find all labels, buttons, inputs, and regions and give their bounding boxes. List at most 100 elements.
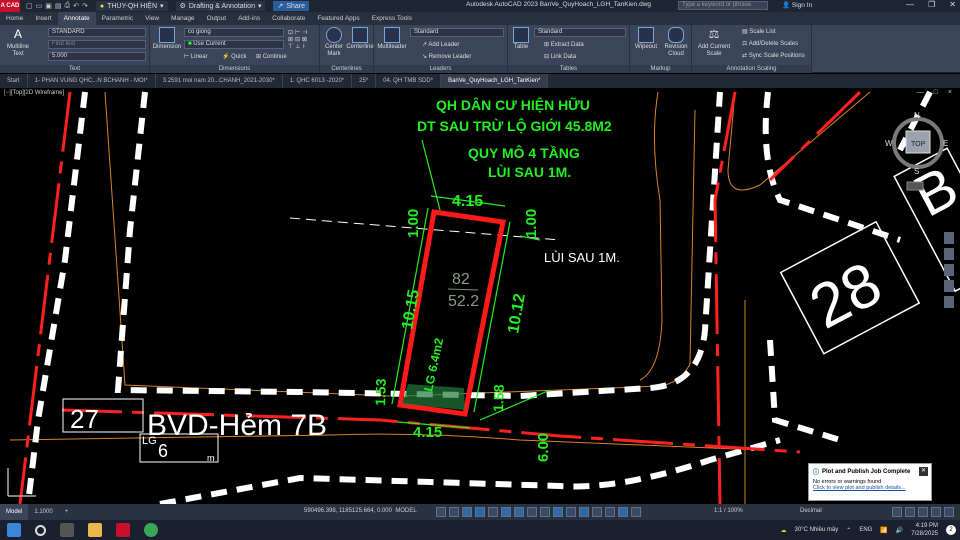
task-view-icon[interactable]: [60, 523, 74, 537]
snap-icon[interactable]: [449, 507, 459, 517]
multileader-button[interactable]: Multileader: [376, 27, 408, 51]
link-data-button[interactable]: ⊟ Link Data: [544, 53, 576, 60]
tab-manage[interactable]: Manage: [165, 12, 201, 25]
isodraft-icon[interactable]: [488, 507, 498, 517]
save-as-icon[interactable]: ▤: [55, 2, 62, 10]
tab-express-tools[interactable]: Express Tools: [366, 12, 418, 25]
tab-insert[interactable]: Insert: [29, 12, 57, 25]
save-icon[interactable]: ▣: [45, 2, 52, 10]
centerlines-panel-title[interactable]: Centerlines: [320, 65, 373, 73]
selection-cycling-icon[interactable]: [553, 507, 563, 517]
plot-publish-notification[interactable]: ⓘ Plot and Publish Job Complete ✕ No err…: [808, 463, 932, 501]
table-button[interactable]: Table: [510, 27, 532, 51]
minimize-icon[interactable]: —: [906, 0, 914, 9]
dim-layer-combo[interactable]: ■ Use Current: [184, 40, 284, 49]
linear-button[interactable]: ⊢ Linear: [184, 53, 208, 60]
tab-view[interactable]: View: [139, 12, 165, 25]
autocad-logo-icon[interactable]: A CAD: [0, 0, 20, 12]
transparency-icon[interactable]: [540, 507, 550, 517]
annotation-visibility-icon[interactable]: [618, 507, 628, 517]
sign-in-button[interactable]: 👤 Sign In: [782, 1, 812, 9]
notification-details-link[interactable]: Click to view plot and publish details..…: [813, 485, 906, 491]
leader-style-combo[interactable]: Standard: [410, 28, 504, 37]
dimension-button[interactable]: Dimension: [152, 27, 182, 51]
customization-menu-icon[interactable]: [944, 507, 954, 517]
tab-collaborate[interactable]: Collaborate: [266, 12, 311, 25]
add-leader-button[interactable]: ↗ Add Leader: [422, 41, 459, 48]
open-file-icon[interactable]: ▭: [36, 2, 43, 10]
quick-button[interactable]: ⚡ Quick: [222, 53, 246, 60]
sync-scale-positions-button[interactable]: ⇄ Sync Scale Positions: [742, 52, 805, 59]
redo-icon[interactable]: ↷: [82, 2, 88, 10]
new-file-icon[interactable]: ▢: [26, 2, 33, 10]
close-icon[interactable]: ✕: [919, 467, 928, 476]
center-mark-button[interactable]: Center Mark: [322, 27, 346, 58]
tab-annotate[interactable]: Annotate: [57, 12, 96, 25]
search-icon[interactable]: [35, 524, 46, 536]
wcs-menu-icon[interactable]: [906, 181, 924, 191]
language-indicator[interactable]: ENG: [859, 527, 872, 533]
polar-icon[interactable]: [475, 507, 485, 517]
file-explorer-icon[interactable]: [88, 523, 102, 537]
drawing-canvas[interactable]: [−][Top][2D Wireframe] — □ × QH DÂN CƯ H…: [0, 88, 960, 504]
centerline-button[interactable]: Centerline: [346, 27, 374, 51]
model-space-toggle[interactable]: MODEL: [395, 508, 416, 514]
restore-icon[interactable]: ❐: [928, 0, 935, 9]
annotation-monitor-icon[interactable]: [905, 507, 915, 517]
annotation-scale-combo[interactable]: 1:1 / 100%: [714, 508, 743, 514]
wifi-icon[interactable]: 📶: [880, 527, 887, 534]
dimensions-panel-title[interactable]: Dimensions: [150, 65, 319, 73]
annotation-scaling-panel-title[interactable]: Annotation Scaling: [692, 65, 811, 73]
auto-scale-icon[interactable]: [631, 507, 641, 517]
file-tab[interactable]: 1. QHC 6013 -2020*: [283, 74, 353, 88]
chevron-up-icon[interactable]: ⌃: [846, 527, 851, 534]
share-button[interactable]: ↗ Share: [273, 1, 310, 11]
clean-screen-icon[interactable]: [931, 507, 941, 517]
close-icon[interactable]: ✕: [949, 0, 956, 9]
clock[interactable]: 4:19 PM 7/28/2025: [911, 522, 938, 538]
tab-output[interactable]: Output: [201, 12, 233, 25]
windows-start-icon[interactable]: [7, 523, 21, 537]
layout-tab[interactable]: 1.1000: [28, 504, 58, 520]
add-layout-button[interactable]: +: [59, 504, 75, 520]
dynamic-ucs-icon[interactable]: [579, 507, 589, 517]
file-tab[interactable]: 25*: [352, 74, 377, 88]
gizmo-icon[interactable]: [605, 507, 615, 517]
tab-home[interactable]: Home: [0, 12, 29, 25]
text-height-combo[interactable]: 5.000: [48, 52, 146, 61]
tables-panel-title[interactable]: Tables: [508, 65, 629, 73]
file-tab[interactable]: 3.2591 moi nam 20...CHANH_2021-2030*: [156, 74, 283, 88]
extract-data-button[interactable]: ⊞ Extract Data: [544, 41, 584, 48]
volume-icon[interactable]: 🔊: [896, 527, 903, 534]
tab-add-ins[interactable]: Add-ins: [232, 12, 266, 25]
find-text-input[interactable]: Find text: [48, 40, 146, 49]
add-current-scale-button[interactable]: ⚖ Add Current Scale: [694, 27, 734, 58]
search-input[interactable]: Type a keyword or phrase: [678, 1, 768, 10]
isolate-objects-icon[interactable]: [918, 507, 928, 517]
navigation-bar[interactable]: [944, 232, 954, 308]
workspace-switcher[interactable]: ⚙ Drafting & Annotation ▾: [175, 1, 266, 11]
grid-icon[interactable]: [436, 507, 446, 517]
dim-tool-icons[interactable]: ⊡⊢⊣ ⊞⊟⊠ ⊤⊥⊦: [288, 29, 309, 50]
revision-cloud-button[interactable]: Revision Cloud: [661, 27, 691, 58]
ortho-icon[interactable]: [462, 507, 472, 517]
selection-filter-icon[interactable]: [592, 507, 602, 517]
notification-badge[interactable]: 2: [946, 525, 956, 535]
continue-button[interactable]: ⊞ Continue: [256, 53, 287, 60]
osnap-tracking-icon[interactable]: [501, 507, 511, 517]
multiline-text-button[interactable]: A Multiline Text: [4, 27, 32, 58]
dim-style-combo[interactable]: co giong: [184, 28, 284, 37]
file-tab[interactable]: 1- PHAN VUNG QHC...N BCHANH - MOI*: [28, 74, 156, 88]
scale-list-button[interactable]: ▤ Scale List: [742, 28, 775, 35]
undo-icon[interactable]: ↶: [73, 2, 79, 10]
tab-parametric[interactable]: Parametric: [96, 12, 139, 25]
3d-osnap-icon[interactable]: [566, 507, 576, 517]
autocad-taskbar-icon[interactable]: [116, 523, 130, 537]
file-tab[interactable]: BanVe_QuyHoach_LGH_TanKien*: [441, 74, 549, 88]
coordinate-readout[interactable]: 590496.398, 1185125.664, 0.000 MODEL: [304, 508, 417, 514]
table-style-combo[interactable]: Standard: [534, 28, 626, 37]
units-combo[interactable]: Decimal: [800, 508, 822, 514]
text-panel-title[interactable]: Text: [0, 65, 149, 73]
text-style-combo[interactable]: STANDARD: [48, 28, 146, 37]
leaders-panel-title[interactable]: Leaders: [374, 65, 507, 73]
